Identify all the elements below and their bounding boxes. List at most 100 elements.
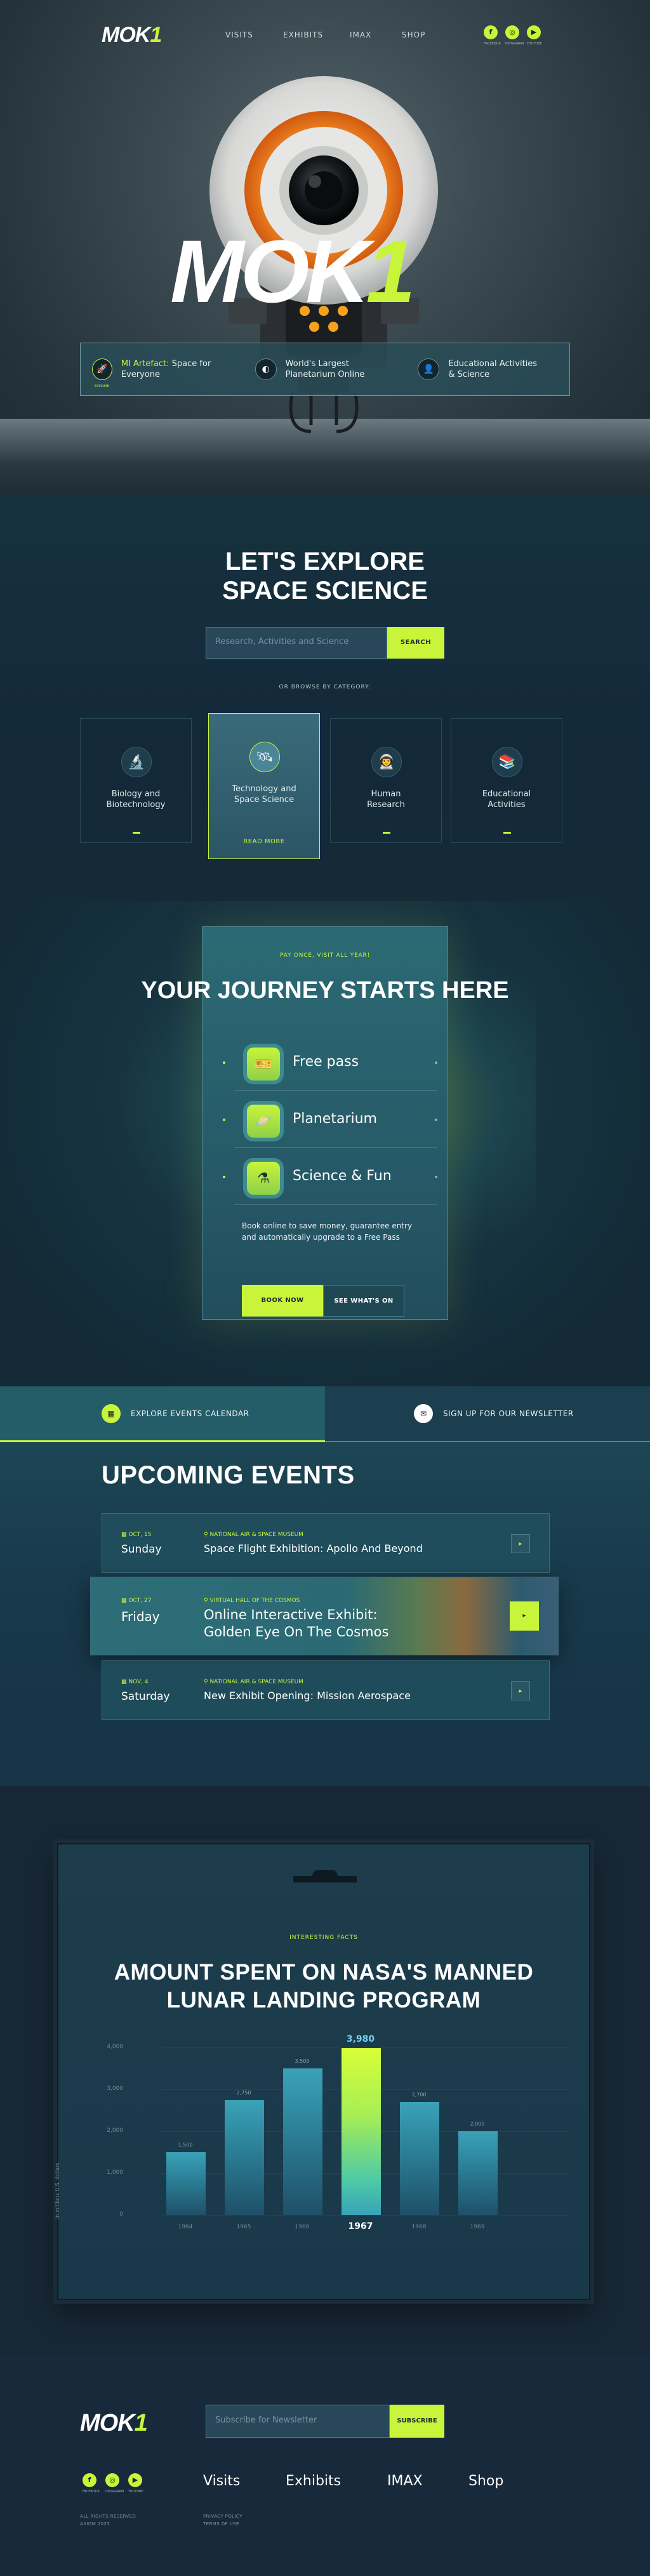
youtube-label: YOUTUBE [527, 42, 542, 46]
search-input[interactable]: Research, Activities and Science [206, 627, 387, 659]
event-card[interactable]: ▦ NOV, 4 Saturday ⚲ NATIONAL AIR & SPACE… [102, 1660, 550, 1720]
chart-bar-1968[interactable] [400, 2101, 439, 2215]
instagram-label: INSTAGRAM [105, 2490, 124, 2494]
facebook-icon[interactable]: f [484, 25, 498, 39]
event-location: ⚲ VIRTUAL HALL OF THE COSMOS [204, 1598, 300, 1604]
journey-description: Book online to save money, guarantee ent… [242, 1221, 413, 1242]
y-tick-label: 2,000 [107, 2127, 123, 2134]
tab-events-calendar[interactable]: ▦ EXPLORE EVENTS CALENDAR [0, 1386, 325, 1442]
journey-item-label: Free pass [293, 1054, 359, 1070]
chart-bar-1966[interactable] [283, 2068, 322, 2215]
search-button[interactable]: SEARCH [387, 627, 444, 659]
chart-bar-1967[interactable] [342, 2048, 381, 2215]
event-date: ▦ OCT, 27 [121, 1598, 152, 1604]
nav-exhibits[interactable]: EXHIBITS [283, 30, 323, 39]
chart-x-label: 1968 [411, 2224, 427, 2230]
chart-value-label: 2,750 [236, 2089, 251, 2096]
footer-nav-shop[interactable]: Shop [468, 2473, 503, 2489]
youtube-icon[interactable]: ▶ [527, 25, 541, 39]
chart-value-label: 2,000 [470, 2121, 485, 2127]
category-human[interactable]: 👨‍🚀 Human Research [330, 718, 442, 843]
microscope-icon: 🔬 [121, 747, 152, 777]
facebook-icon[interactable]: f [83, 2473, 96, 2487]
book-now-button[interactable]: BOOK NOW [242, 1285, 323, 1317]
legal-links[interactable]: PRIVACY POLICY TERMS OF USE [203, 2513, 242, 2528]
hero-logo: MOK1 [170, 221, 415, 321]
read-more-link[interactable]: READ MORE [209, 838, 319, 845]
chart-bar-1964[interactable] [166, 2152, 206, 2215]
highlight-artefact[interactable]: 🚀 MI Artefact: Space for Everyone [81, 358, 244, 380]
arrow-right-icon[interactable]: ▸ [510, 1601, 539, 1631]
facebook-label: FACEBOOK [83, 2490, 100, 2494]
chart-bar-1969[interactable] [458, 2131, 498, 2215]
highlight-educational-text: Educational Activities & Science [448, 359, 538, 379]
chart-x-label: 1965 [236, 2224, 251, 2230]
y-tick-label: 0 [119, 2211, 123, 2218]
nav-imax[interactable]: IMAX [350, 30, 371, 39]
journey-item-freepass[interactable]: 🎫 Free pass [223, 1035, 437, 1091]
event-date: ▦ NOV, 4 [121, 1679, 149, 1685]
satellite-icon: 🛰 [249, 742, 280, 772]
event-day: Sunday [121, 1543, 162, 1556]
event-card-featured[interactable]: ▦ OCT, 27 Friday ⚲ VIRTUAL HALL OF THE C… [90, 1577, 559, 1655]
chart-x-label: 1964 [178, 2224, 193, 2230]
bullet [435, 1176, 437, 1178]
tab-events-calendar-label: EXPLORE EVENTS CALENDAR [131, 1409, 249, 1418]
events-title: UPCOMING EVENTS [102, 1461, 355, 1489]
mail-icon: ✉ [414, 1404, 433, 1423]
footer-nav-visits[interactable]: Visits [203, 2473, 240, 2489]
tab-newsletter[interactable]: ✉ SIGN UP FOR OUR NEWSLETTER [325, 1386, 650, 1442]
planetarium-icon: ◐ [255, 358, 277, 380]
bullet [223, 1119, 225, 1121]
arrow-right-icon[interactable]: ▸ [511, 1534, 530, 1553]
page: MOK1 VISITS EXHIBITS IMAX SHOP f FACEBOO… [0, 0, 650, 2576]
journey-item-planetarium[interactable]: 🪐 Planetarium [223, 1092, 437, 1148]
chart-value-label: 3,500 [295, 2058, 310, 2064]
category-indicator [383, 832, 390, 834]
nav-shop[interactable]: SHOP [402, 30, 425, 39]
category-technology-label: Technology and Space Science [232, 784, 296, 805]
journey-item-science[interactable]: ⚗ Science & Fun [223, 1149, 437, 1205]
category-human-label: Human Research [367, 789, 405, 810]
arrow-right-icon[interactable]: ▸ [511, 1681, 530, 1700]
category-biology[interactable]: 🔬 Biology and Biotechnology [80, 718, 192, 843]
instagram-icon[interactable]: ◎ [505, 25, 519, 39]
category-educational[interactable]: 📚 Educational Activities [451, 718, 562, 843]
hero-section: MOK1 VISITS EXHIBITS IMAX SHOP f FACEBOO… [0, 0, 650, 495]
youtube-label: YOUTUBE [128, 2490, 143, 2494]
chart-bar-1965[interactable] [225, 2100, 264, 2215]
subscribe-button[interactable]: SUBSCRIBE [390, 2405, 444, 2438]
ticket-icon: 🎫 [247, 1048, 280, 1081]
header-logo[interactable]: MOK1 [102, 23, 162, 48]
event-date: ▦ OCT, 15 [121, 1532, 152, 1538]
hero-highlights: 🚀 MI Artefact: Space for Everyone ◐ Worl… [80, 343, 570, 396]
highlight-planetarium-text: World's Largest Planetarium Online [285, 359, 365, 379]
chart-gridline [161, 2215, 567, 2216]
bullet [435, 1061, 437, 1064]
planet-icon: 🪐 [247, 1105, 280, 1138]
bullet [223, 1061, 225, 1064]
bar-chart: 4,000 3,000 2,000 1,000 0 1,500 1964 2,750 1965 3… [58, 1844, 592, 2301]
event-location: ⚲ NATIONAL AIR & SPACE MUSEUM [204, 1532, 303, 1538]
whats-on-button[interactable]: SEE WHAT'S ON [323, 1285, 404, 1317]
event-title: Space Flight Exhibition: Apollo And Beyo… [204, 1542, 423, 1554]
footer-nav-imax[interactable]: IMAX [387, 2473, 423, 2489]
footer-nav-exhibits[interactable]: Exhibits [286, 2473, 341, 2489]
event-card[interactable]: ▦ OCT, 15 Sunday ⚲ NATIONAL AIR & SPACE … [102, 1513, 550, 1573]
y-tick-label: 4,000 [107, 2044, 123, 2050]
event-title: Online Interactive Exhibit: Golden Eye O… [204, 1607, 389, 1640]
footer-logo[interactable]: MOK1 [80, 2410, 148, 2437]
highlight-planetarium[interactable]: ◐ World's Largest Planetarium Online [244, 358, 407, 380]
facts-section: INTERESTING FACTS AMOUNT SPENT ON NASA'S… [0, 1786, 650, 2354]
nav-visits[interactable]: VISITS [225, 30, 253, 39]
chart-x-label: 1967 [348, 2221, 373, 2231]
category-technology[interactable]: 🛰 Technology and Space Science READ MORE [208, 713, 320, 859]
category-indicator [133, 832, 140, 834]
instagram-label: INSTAGRAM [505, 42, 524, 46]
highlight-educational[interactable]: 👤 Educational Activities & Science [406, 358, 569, 380]
instagram-icon[interactable]: ◎ [105, 2473, 119, 2487]
youtube-icon[interactable]: ▶ [128, 2473, 142, 2487]
bullet [435, 1119, 437, 1121]
footer: MOK1 Subscribe for Newsletter SUBSCRIBE … [0, 2354, 650, 2576]
newsletter-input[interactable]: Subscribe for Newsletter [206, 2405, 390, 2438]
